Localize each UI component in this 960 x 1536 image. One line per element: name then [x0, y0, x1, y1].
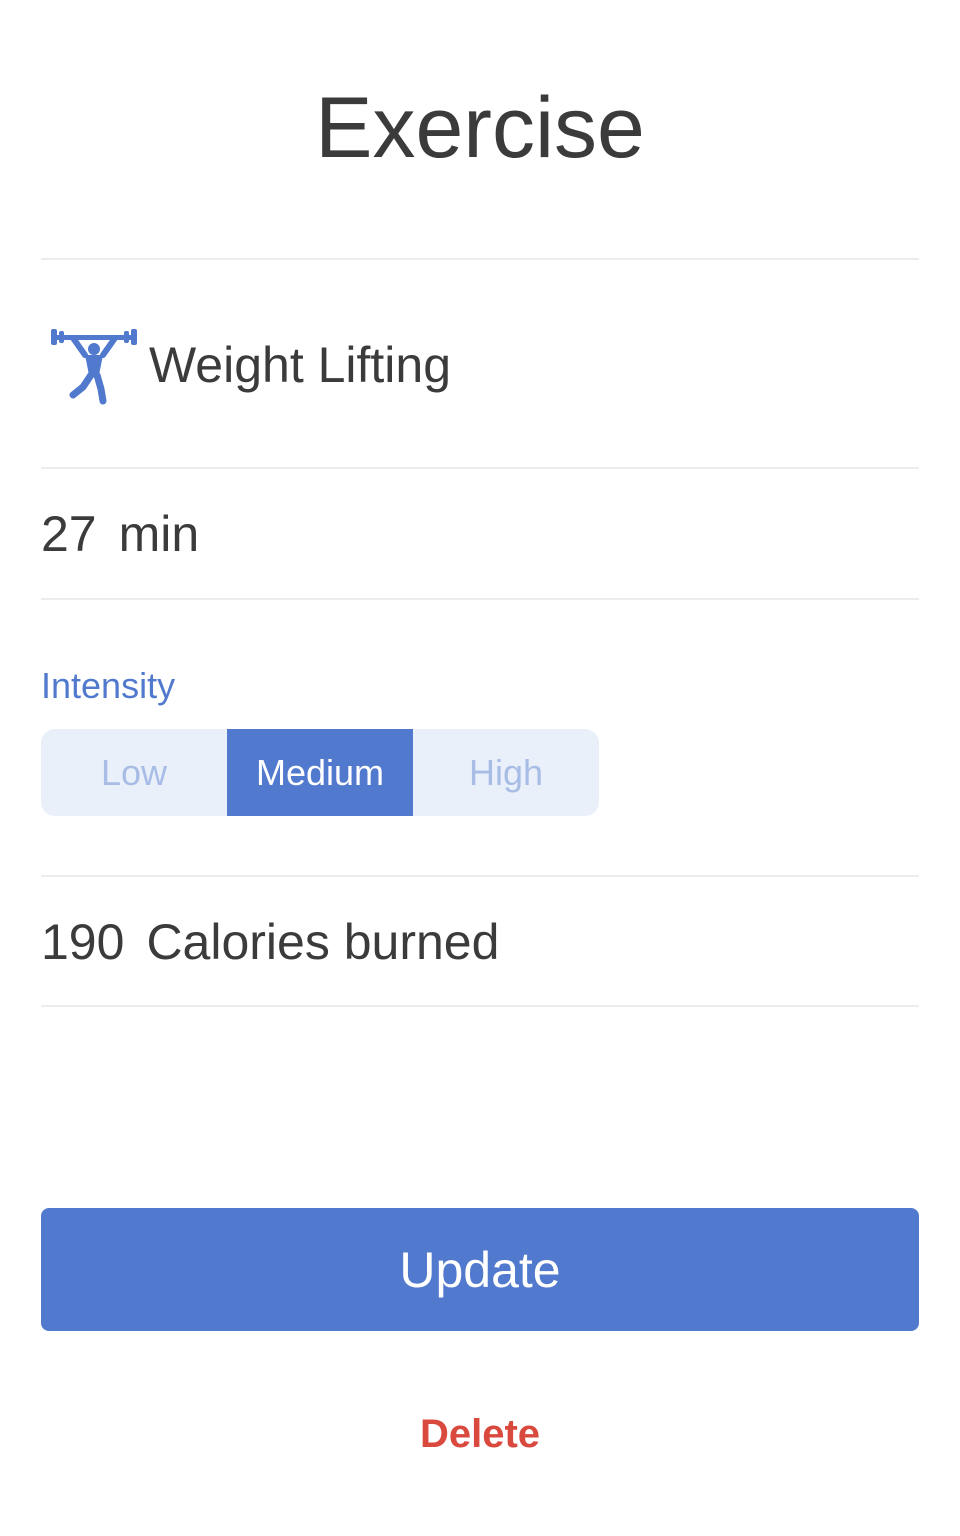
delete-button[interactable]: Delete — [0, 1408, 960, 1460]
intensity-segmented-control[interactable]: Low Medium High — [41, 729, 599, 816]
intensity-option-high[interactable]: High — [413, 729, 599, 816]
exercise-selector[interactable]: Weight Lifting — [41, 262, 919, 467]
duration-field[interactable]: 27 min — [41, 470, 919, 598]
duration-unit: min — [118, 506, 200, 562]
exercise-name: Weight Lifting — [149, 336, 452, 393]
update-button[interactable]: Update — [41, 1208, 919, 1331]
calories-field[interactable]: 190 Calories burned — [41, 878, 919, 1006]
divider-duration — [41, 598, 919, 600]
calories-label: Calories burned — [146, 914, 500, 970]
calories-value[interactable]: 190 — [41, 913, 124, 971]
weight-lifting-icon — [49, 325, 139, 405]
intensity-label: Intensity — [41, 665, 176, 706]
divider-top — [41, 258, 919, 260]
divider-intensity — [41, 875, 919, 877]
duration-value[interactable]: 27 — [41, 505, 97, 563]
page-title: Exercise — [315, 80, 645, 176]
intensity-option-low[interactable]: Low — [41, 729, 227, 816]
divider-calories — [41, 1005, 919, 1007]
divider-exercise — [41, 467, 919, 469]
intensity-option-medium[interactable]: Medium — [227, 729, 413, 816]
